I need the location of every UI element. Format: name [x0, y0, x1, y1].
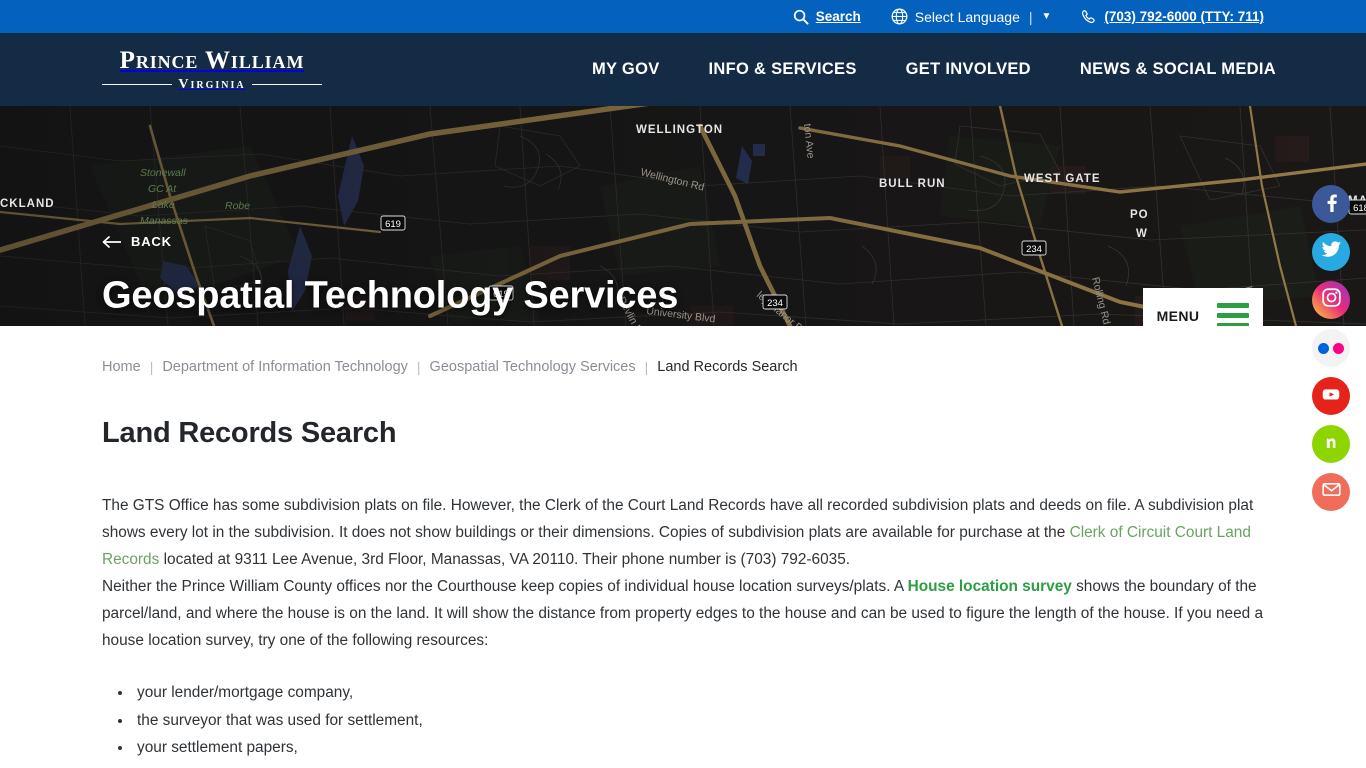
breadcrumb: Home | Department of Information Technol… — [102, 326, 1264, 375]
site-logo[interactable]: Prince William Virginia — [102, 46, 323, 92]
search-button[interactable]: Search — [793, 9, 861, 25]
breadcrumb-separator: | — [416, 359, 421, 375]
paragraph-1-part-b: located at 9311 Lee Avenue, 3rd Floor, M… — [159, 551, 851, 568]
language-separator: | — [1028, 8, 1033, 25]
logo-rule-left — [102, 83, 173, 86]
list-item: the surveyor that was used for settlemen… — [133, 707, 1264, 734]
nextdoor-icon — [1321, 432, 1341, 457]
main-navigation: MY GOV INFO & SERVICES GET INVOLVED NEWS… — [592, 33, 1276, 106]
phone-icon — [1081, 9, 1097, 25]
globe-icon — [891, 8, 908, 25]
logo-primary-text: Prince William — [119, 46, 305, 74]
search-label: Search — [815, 9, 861, 24]
language-label: Select Language — [914, 8, 1020, 25]
paragraph-2-part-a: Neither the Prince William County office… — [102, 578, 908, 595]
arrow-left-icon — [102, 235, 122, 248]
breadcrumb-item-department-of-information-technology[interactable]: Department of Information Technology — [162, 359, 408, 375]
flickr-icon — [1318, 342, 1344, 354]
breadcrumb-separator: | — [644, 359, 649, 375]
link-house-location-survey[interactable]: House location survey — [908, 578, 1072, 595]
list-item: the settlement attorney, or — [133, 762, 1264, 768]
phone-link[interactable]: (703) 792-6000 (TTY: 711) — [1081, 9, 1264, 25]
menu-button[interactable]: MENU — [1143, 288, 1263, 326]
list-item: your settlement papers, — [133, 734, 1264, 761]
site-header: Prince William Virginia MY GOV INFO & SE… — [0, 33, 1366, 106]
nav-item-info-and-services[interactable]: INFO & SERVICES — [709, 60, 857, 79]
page-content: Home | Department of Information Technol… — [0, 326, 1366, 768]
youtube-icon — [1320, 383, 1342, 410]
breadcrumb-item-current: Land Records Search — [657, 359, 798, 375]
social-link-email[interactable] — [1312, 473, 1350, 511]
nav-item-my-gov[interactable]: MY GOV — [592, 60, 660, 79]
logo-divider: Virginia — [102, 76, 323, 92]
logo-rule-right — [251, 83, 323, 86]
hero-title: Geospatial Technology Services — [102, 274, 679, 317]
social-link-flickr[interactable] — [1312, 329, 1350, 367]
social-link-facebook[interactable] — [1312, 185, 1350, 223]
page-title: Land Records Search — [102, 417, 397, 449]
social-media-rail — [1312, 185, 1350, 511]
social-link-youtube[interactable] — [1312, 377, 1350, 415]
breadcrumb-item-geospatial-technology-services[interactable]: Geospatial Technology Services — [430, 359, 636, 375]
envelope-icon — [1321, 479, 1342, 505]
nav-item-get-involved[interactable]: GET INVOLVED — [906, 60, 1031, 79]
utility-bar: Search Select Language | ▼ (703) 792-600… — [0, 0, 1366, 33]
social-link-nextdoor[interactable] — [1312, 425, 1350, 463]
hamburger-icon — [1217, 303, 1250, 326]
nav-item-news-and-social-media[interactable]: NEWS & SOCIAL MEDIA — [1080, 60, 1276, 79]
breadcrumb-separator: | — [149, 359, 154, 375]
twitter-icon — [1321, 239, 1342, 265]
back-link[interactable]: BACK — [102, 234, 172, 249]
phone-label: (703) 792-6000 (TTY: 711) — [1104, 9, 1264, 24]
logo-secondary-text: Virginia — [178, 76, 246, 92]
language-selector[interactable]: Select Language | ▼ — [891, 8, 1052, 25]
social-link-instagram[interactable] — [1312, 281, 1350, 319]
search-icon — [793, 9, 809, 25]
list-item: your lender/mortgage company, — [133, 679, 1264, 706]
facebook-icon — [1321, 192, 1341, 217]
social-link-twitter[interactable] — [1312, 233, 1350, 271]
menu-label: MENU — [1156, 307, 1200, 324]
resource-list: your lender/mortgage company, the survey… — [102, 679, 1264, 768]
chevron-down-icon[interactable]: ▼ — [1042, 11, 1052, 22]
body-text: The GTS Office has some subdivision plat… — [102, 492, 1264, 654]
instagram-icon — [1321, 287, 1342, 313]
breadcrumb-item-home[interactable]: Home — [102, 359, 141, 375]
back-label: BACK — [131, 234, 172, 249]
hero-banner: WELLINGTON BULL RUN WEST GATE CKLAND MA … — [0, 106, 1366, 326]
